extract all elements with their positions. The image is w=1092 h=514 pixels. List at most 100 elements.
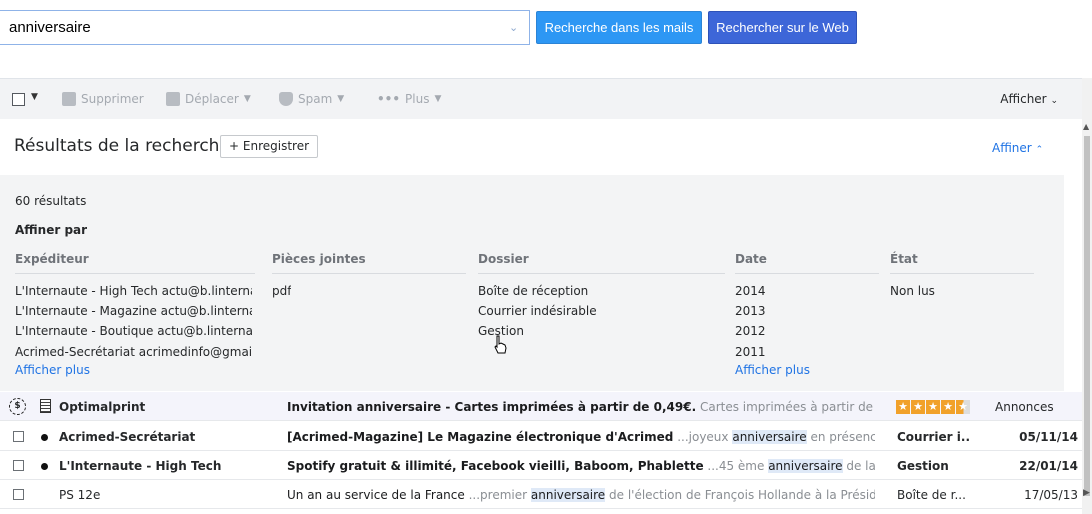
scroll-right-icon[interactable]: ▶: [1083, 488, 1090, 498]
plus-icon: +: [228, 139, 240, 153]
trash-icon: [62, 92, 76, 106]
message-subject-snippet: Un an au service de la France ...premier…: [287, 488, 875, 502]
document-icon: [40, 399, 51, 413]
message-checkbox[interactable]: [13, 460, 24, 471]
results-header: Résultats de la recherche + Enregistrer …: [0, 119, 1064, 175]
chevron-down-icon[interactable]: ▼: [31, 92, 38, 102]
sender-filter-item[interactable]: L'Internaute - High Tech actu@b.linterna…: [15, 284, 252, 298]
message-snippet: ...premier: [464, 488, 531, 502]
message-checkbox[interactable]: [13, 489, 24, 500]
view-label: Afficher: [1000, 92, 1047, 106]
attachments-filter: Pièces jointes pdf: [272, 252, 466, 298]
scrollbar[interactable]: ▲ ▶: [1082, 78, 1092, 514]
folder-filter-item[interactable]: Boîte de réception: [478, 284, 588, 298]
message-subject-highlight: anniversaire: [356, 400, 442, 414]
unread-dot-icon[interactable]: [41, 434, 48, 441]
search-mail-button[interactable]: Recherche dans les mails: [536, 11, 702, 44]
message-folder: Gestion: [897, 459, 949, 473]
message-row[interactable]: L'Internaute - High Tech Spotify gratuit…: [0, 451, 1082, 480]
message-snippet-highlight: anniversaire: [768, 459, 843, 473]
message-snippet: Cartes imprimées à partir de 0,49€. -: [699, 400, 875, 414]
date-show-more-link[interactable]: Afficher plus: [735, 363, 810, 377]
folder-filter-item[interactable]: Courrier indésirable: [478, 304, 597, 318]
search-input-value[interactable]: anniversaire: [9, 19, 91, 36]
message-subject-snippet: Spotify gratuit & illimité, Facebook vie…: [287, 459, 875, 473]
rating-stars: ★ ★ ★ ★ ★: [896, 399, 974, 414]
message-subject: [Acrimed-Magazine] Le Magazine électroni…: [287, 430, 674, 444]
refine-by-heading: Affiner par: [15, 223, 88, 237]
sponsored-label: Annonces: [995, 400, 1054, 414]
message-snippet-end: de l'élection de François Hollande à la …: [609, 488, 875, 502]
unread-dot-icon[interactable]: [41, 463, 48, 470]
delete-button[interactable]: Supprimer: [62, 92, 144, 106]
star-icon: ★: [926, 400, 940, 414]
message-snippet-highlight: anniversaire: [530, 488, 606, 502]
state-filter-item[interactable]: Non lus: [890, 284, 935, 298]
view-menu-button[interactable]: Afficher ⌄: [1000, 92, 1058, 106]
delete-label: Supprimer: [81, 92, 144, 106]
refine-panel: 60 résultats Affiner par Expéditeur L'In…: [0, 175, 1064, 391]
date-filter-item[interactable]: 2013: [735, 304, 766, 318]
refine-label: Affiner: [992, 141, 1032, 155]
sender-filter-item[interactable]: Acrimed-Secrétariat acrimedinfo@gmail.co…: [15, 345, 252, 359]
message-snippet: ...joyeux: [673, 430, 733, 444]
state-header: État: [890, 252, 1034, 274]
sponsored-dollar-icon: $: [9, 398, 26, 415]
search-web-button[interactable]: Rechercher sur le Web: [708, 11, 857, 44]
date-filter-item[interactable]: 2011: [735, 345, 766, 359]
message-date: 17/05/13: [1024, 488, 1078, 502]
move-label: Déplacer: [185, 92, 239, 106]
attachment-filter-item[interactable]: pdf: [272, 284, 291, 298]
spam-label: Spam: [298, 92, 333, 106]
message-checkbox[interactable]: [13, 431, 24, 442]
chevron-down-icon: ⌄: [1050, 96, 1058, 106]
chevron-down-icon: ▼: [337, 94, 345, 104]
star-icon: ★: [896, 400, 910, 414]
sender-show-more-link[interactable]: Afficher plus: [15, 363, 90, 377]
message-sender: Optimalprint: [59, 400, 146, 414]
select-all-checkbox[interactable]: [12, 93, 25, 106]
message-subject-snippet: Invitation anniversaire - Cartes imprimé…: [287, 400, 875, 414]
scrollbar-thumb[interactable]: [1084, 136, 1090, 496]
shield-icon: [279, 92, 293, 106]
star-icon: ★: [941, 400, 955, 414]
folder-header: Dossier: [478, 252, 725, 274]
message-row[interactable]: Acrimed-Secrétariat [Acrimed-Magazine] L…: [0, 422, 1082, 451]
chevron-down-icon: ▼: [434, 94, 442, 104]
more-button[interactable]: ••• Plus ▼: [377, 92, 441, 106]
message-sender: L'Internaute - High Tech: [59, 459, 222, 473]
page-title: Résultats de la recherche: [14, 136, 230, 156]
refine-toggle-link[interactable]: Affiner ⌃: [992, 141, 1043, 155]
message-snippet: ...45 ème: [703, 459, 769, 473]
search-input[interactable]: anniversaire ⌄: [0, 10, 530, 45]
move-button[interactable]: Déplacer ▼: [166, 92, 251, 106]
chevron-up-icon: ⌃: [1035, 145, 1044, 155]
message-row[interactable]: PS 12e Un an au service de la France ...…: [0, 480, 1082, 509]
message-subject: Spotify gratuit & illimité, Facebook vie…: [287, 459, 704, 473]
message-sender: Acrimed-Secrétariat: [59, 430, 196, 444]
more-label: Plus: [405, 92, 430, 106]
date-filter-item[interactable]: 2012: [735, 324, 766, 338]
ellipsis-icon: •••: [377, 92, 401, 106]
scroll-up-icon[interactable]: ▲: [1083, 122, 1089, 131]
message-date: 22/01/14: [1019, 459, 1078, 473]
results-count: 60 résultats: [15, 194, 87, 208]
message-snippet-highlight: anniversaire: [732, 430, 807, 444]
attachments-header: Pièces jointes: [272, 252, 466, 274]
sender-filter-item[interactable]: L'Internaute - Boutique actu@b.linternau…: [15, 324, 252, 338]
toolbar: ▼ Supprimer Déplacer ▼ Spam ▼ ••• Plus ▼…: [0, 78, 1082, 119]
spam-button[interactable]: Spam ▼: [279, 92, 344, 106]
message-snippet-end: en présence de Daniel: [810, 430, 875, 444]
message-snippet-end: de la mission Apollo: [846, 459, 875, 473]
half-star-icon: ★: [956, 400, 970, 414]
chevron-down-icon[interactable]: ⌄: [509, 21, 521, 34]
date-filter-item[interactable]: 2014: [735, 284, 766, 298]
message-subject-end: - Cartes imprimées à partir de 0,49€.: [441, 400, 697, 414]
message-date: 05/11/14: [1019, 430, 1078, 444]
sender-filter-item[interactable]: L'Internaute - Magazine actu@b.linternau…: [15, 304, 252, 318]
star-icon: ★: [911, 400, 925, 414]
save-search-button[interactable]: + Enregistrer: [220, 135, 318, 158]
sponsored-message-row[interactable]: $ Optimalprint Invitation anniversaire -…: [0, 392, 1082, 421]
message-folder: Courrier i...: [897, 430, 969, 444]
message-sender: PS 12e: [59, 488, 101, 502]
